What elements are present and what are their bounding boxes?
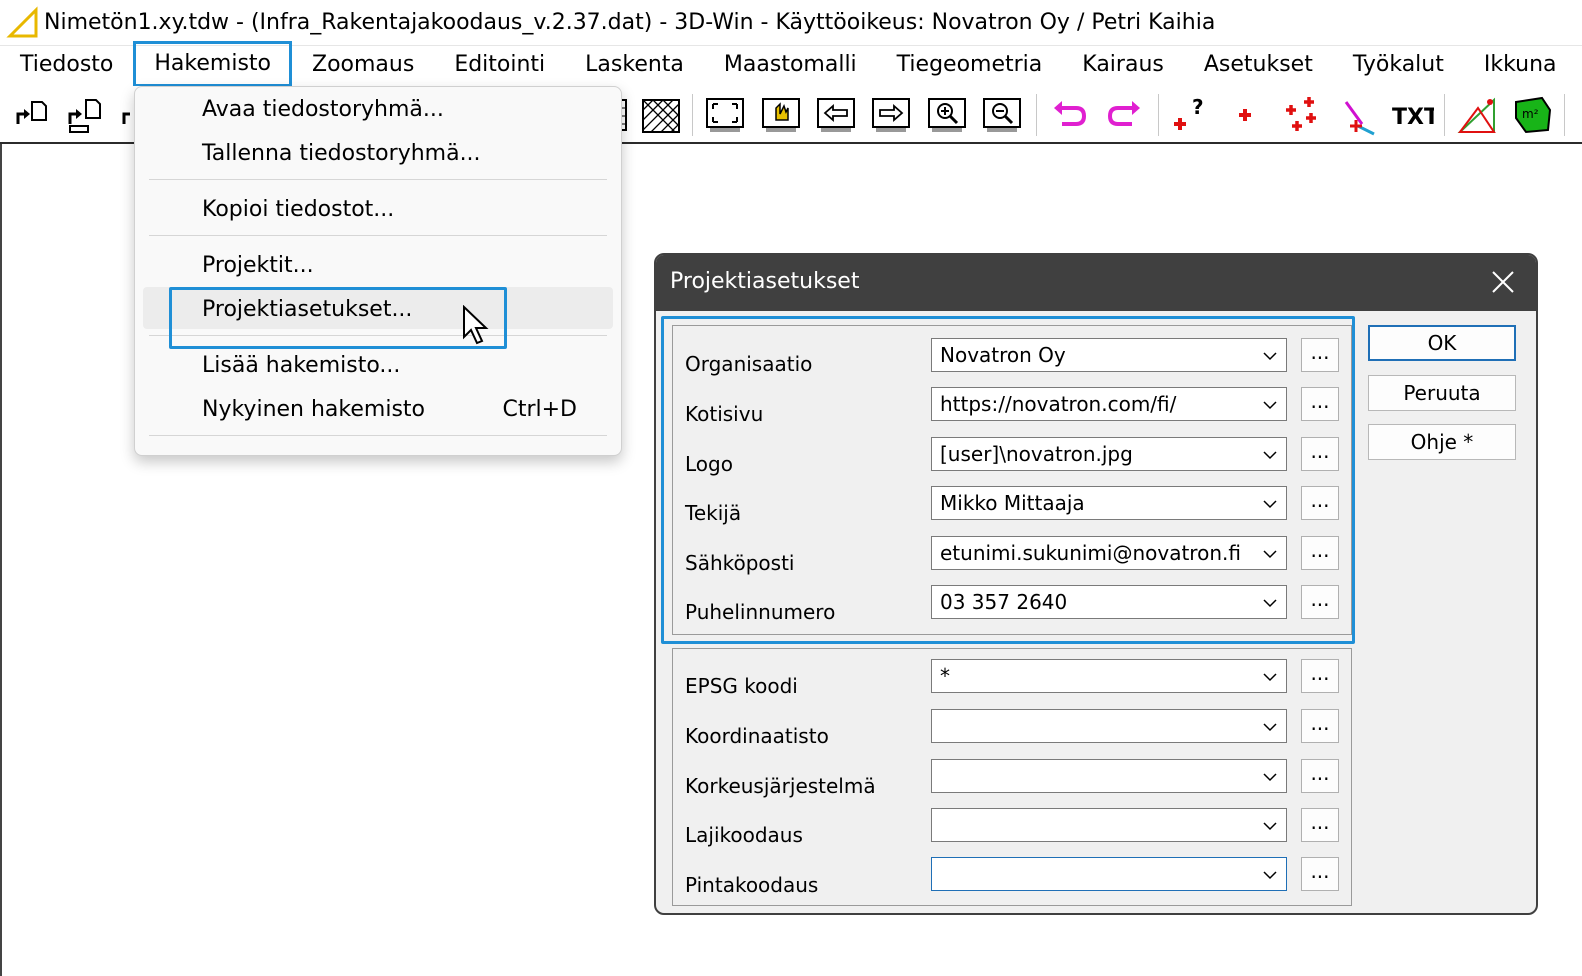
zoom-previous-icon[interactable]	[813, 92, 859, 138]
pintakoodaus-combobox[interactable]	[931, 857, 1287, 891]
close-icon[interactable]	[1488, 267, 1518, 297]
cancel-button[interactable]: Peruuta	[1368, 375, 1516, 411]
menu-zoomaus[interactable]: Zoomaus	[292, 46, 434, 86]
menu-item-kopioi-tiedostot[interactable]: Kopioi tiedostot...	[202, 197, 394, 222]
add-point-icon[interactable]	[1222, 92, 1268, 138]
epsg-koodi-combobox[interactable]: *	[931, 659, 1287, 693]
point-query-icon[interactable]: ?	[1168, 92, 1214, 138]
label-koordinaatisto: Koordinaatisto	[685, 724, 829, 748]
menu-ikkuna[interactable]: Ikkuna	[1464, 46, 1577, 86]
menu-item-projektit[interactable]: Projektit...	[202, 253, 314, 278]
toolbar-separator	[1564, 94, 1565, 136]
label-epsg-koodi: EPSG koodi	[685, 674, 798, 698]
menu-tiegeometria[interactable]: Tiegeometria	[877, 46, 1063, 86]
chevron-down-icon	[1263, 822, 1277, 831]
area-icon[interactable]: m²	[1510, 92, 1556, 138]
group-highlight-box	[661, 316, 1355, 644]
menu-item-tallenna-tiedostoryhma[interactable]: Tallenna tiedostoryhmä...	[202, 141, 481, 166]
korkeusjarjestelma-combobox[interactable]	[931, 759, 1287, 793]
hatch-icon[interactable]	[638, 92, 684, 138]
text-icon[interactable]: TXT	[1390, 92, 1436, 138]
label-korkeusjarjestelma: Korkeusjärjestelmä	[685, 774, 876, 798]
multi-point-icon[interactable]	[1278, 92, 1324, 138]
toolbar-separator	[1158, 94, 1159, 136]
pan-hand-icon[interactable]	[758, 92, 804, 138]
menu-item-lisaa-hakemisto[interactable]: Lisää hakemisto...	[202, 353, 400, 378]
toolbar-separator	[1444, 94, 1445, 136]
triangle-measure-icon[interactable]	[1454, 92, 1500, 138]
dialog-title: Projektiasetukset	[670, 269, 860, 294]
chevron-down-icon	[1263, 723, 1277, 732]
svg-text:m²: m²	[1522, 107, 1539, 121]
toolbar-separator	[1036, 94, 1037, 136]
title-bar: Nimetön1.xy.tdw - (Infra_Rakentajakoodau…	[0, 0, 1582, 46]
label-lajikoodaus: Lajikoodaus	[685, 823, 803, 847]
redo-icon[interactable]	[1102, 92, 1148, 138]
ok-button[interactable]: OK	[1368, 325, 1516, 361]
zoom-next-icon[interactable]	[868, 92, 914, 138]
lajikoodaus-combobox[interactable]	[931, 808, 1287, 842]
menu-laskenta[interactable]: Laskenta	[565, 46, 704, 86]
dialog-titlebar: Projektiasetukset	[656, 255, 1536, 311]
lajikoodaus-browse-button[interactable]: ...	[1301, 808, 1339, 842]
projektiasetukset-dialog: Projektiasetukset Organisaatio Novatron …	[654, 253, 1538, 915]
menu-editointi[interactable]: Editointi	[434, 46, 565, 86]
zoom-out-icon[interactable]	[979, 92, 1025, 138]
svg-text:?: ?	[1192, 95, 1204, 119]
pintakoodaus-browse-button[interactable]: ...	[1301, 857, 1339, 891]
menu-separator	[149, 179, 607, 180]
menu-maastomalli[interactable]: Maastomalli	[704, 46, 877, 86]
menu-hakemisto[interactable]: Hakemisto	[133, 41, 292, 87]
chevron-down-icon	[1263, 871, 1277, 880]
menu-tiedosto[interactable]: Tiedosto	[0, 46, 133, 86]
window-title: Nimetön1.xy.tdw - (Infra_Rakentajakoodau…	[44, 10, 1216, 35]
coordinate-group: EPSG koodi * ... Koordinaatisto ... Kork…	[672, 648, 1352, 906]
menu-item-nykyinen-hakemisto[interactable]: Nykyinen hakemisto	[202, 397, 425, 422]
epsg-koodi-value: *	[940, 664, 950, 688]
undo-icon[interactable]	[1046, 92, 1092, 138]
zoom-in-icon[interactable]	[924, 92, 970, 138]
selection-highlight-box	[169, 287, 507, 349]
koordinaatisto-browse-button[interactable]: ...	[1301, 709, 1339, 743]
menu-tyokalut[interactable]: Työkalut	[1333, 46, 1464, 86]
save-file-icon[interactable]	[62, 92, 108, 138]
menu-item-avaa-tiedostoryhma[interactable]: Avaa tiedostoryhmä...	[202, 97, 444, 122]
menu-asetukset[interactable]: Asetukset	[1184, 46, 1333, 86]
zoom-all-icon[interactable]	[702, 92, 748, 138]
line-icon[interactable]	[1334, 92, 1380, 138]
3dwin-triangle-icon	[6, 5, 38, 37]
mouse-pointer-icon	[463, 305, 489, 345]
epsg-koodi-browse-button[interactable]: ...	[1301, 659, 1339, 693]
menu-separator	[149, 235, 607, 236]
menu-shortcut: Ctrl+D	[502, 397, 577, 422]
chevron-down-icon	[1263, 773, 1277, 782]
menu-kairaus[interactable]: Kairaus	[1062, 46, 1184, 86]
hakemisto-dropdown: Avaa tiedostoryhmä... Tallenna tiedostor…	[134, 86, 622, 456]
label-pintakoodaus: Pintakoodaus	[685, 873, 819, 897]
help-button[interactable]: Ohje *	[1368, 424, 1516, 460]
open-file-icon[interactable]	[10, 92, 56, 138]
menu-separator	[149, 435, 607, 436]
svg-text:TXT: TXT	[1392, 105, 1434, 130]
koordinaatisto-combobox[interactable]	[931, 709, 1287, 743]
toolbar-separator	[692, 94, 693, 136]
chevron-down-icon	[1263, 673, 1277, 682]
menu-overflow[interactable]: O	[1577, 46, 1582, 86]
menu-bar: Tiedosto Hakemisto Zoomaus Editointi Las…	[0, 41, 1582, 87]
korkeusjarjestelma-browse-button[interactable]: ...	[1301, 759, 1339, 793]
